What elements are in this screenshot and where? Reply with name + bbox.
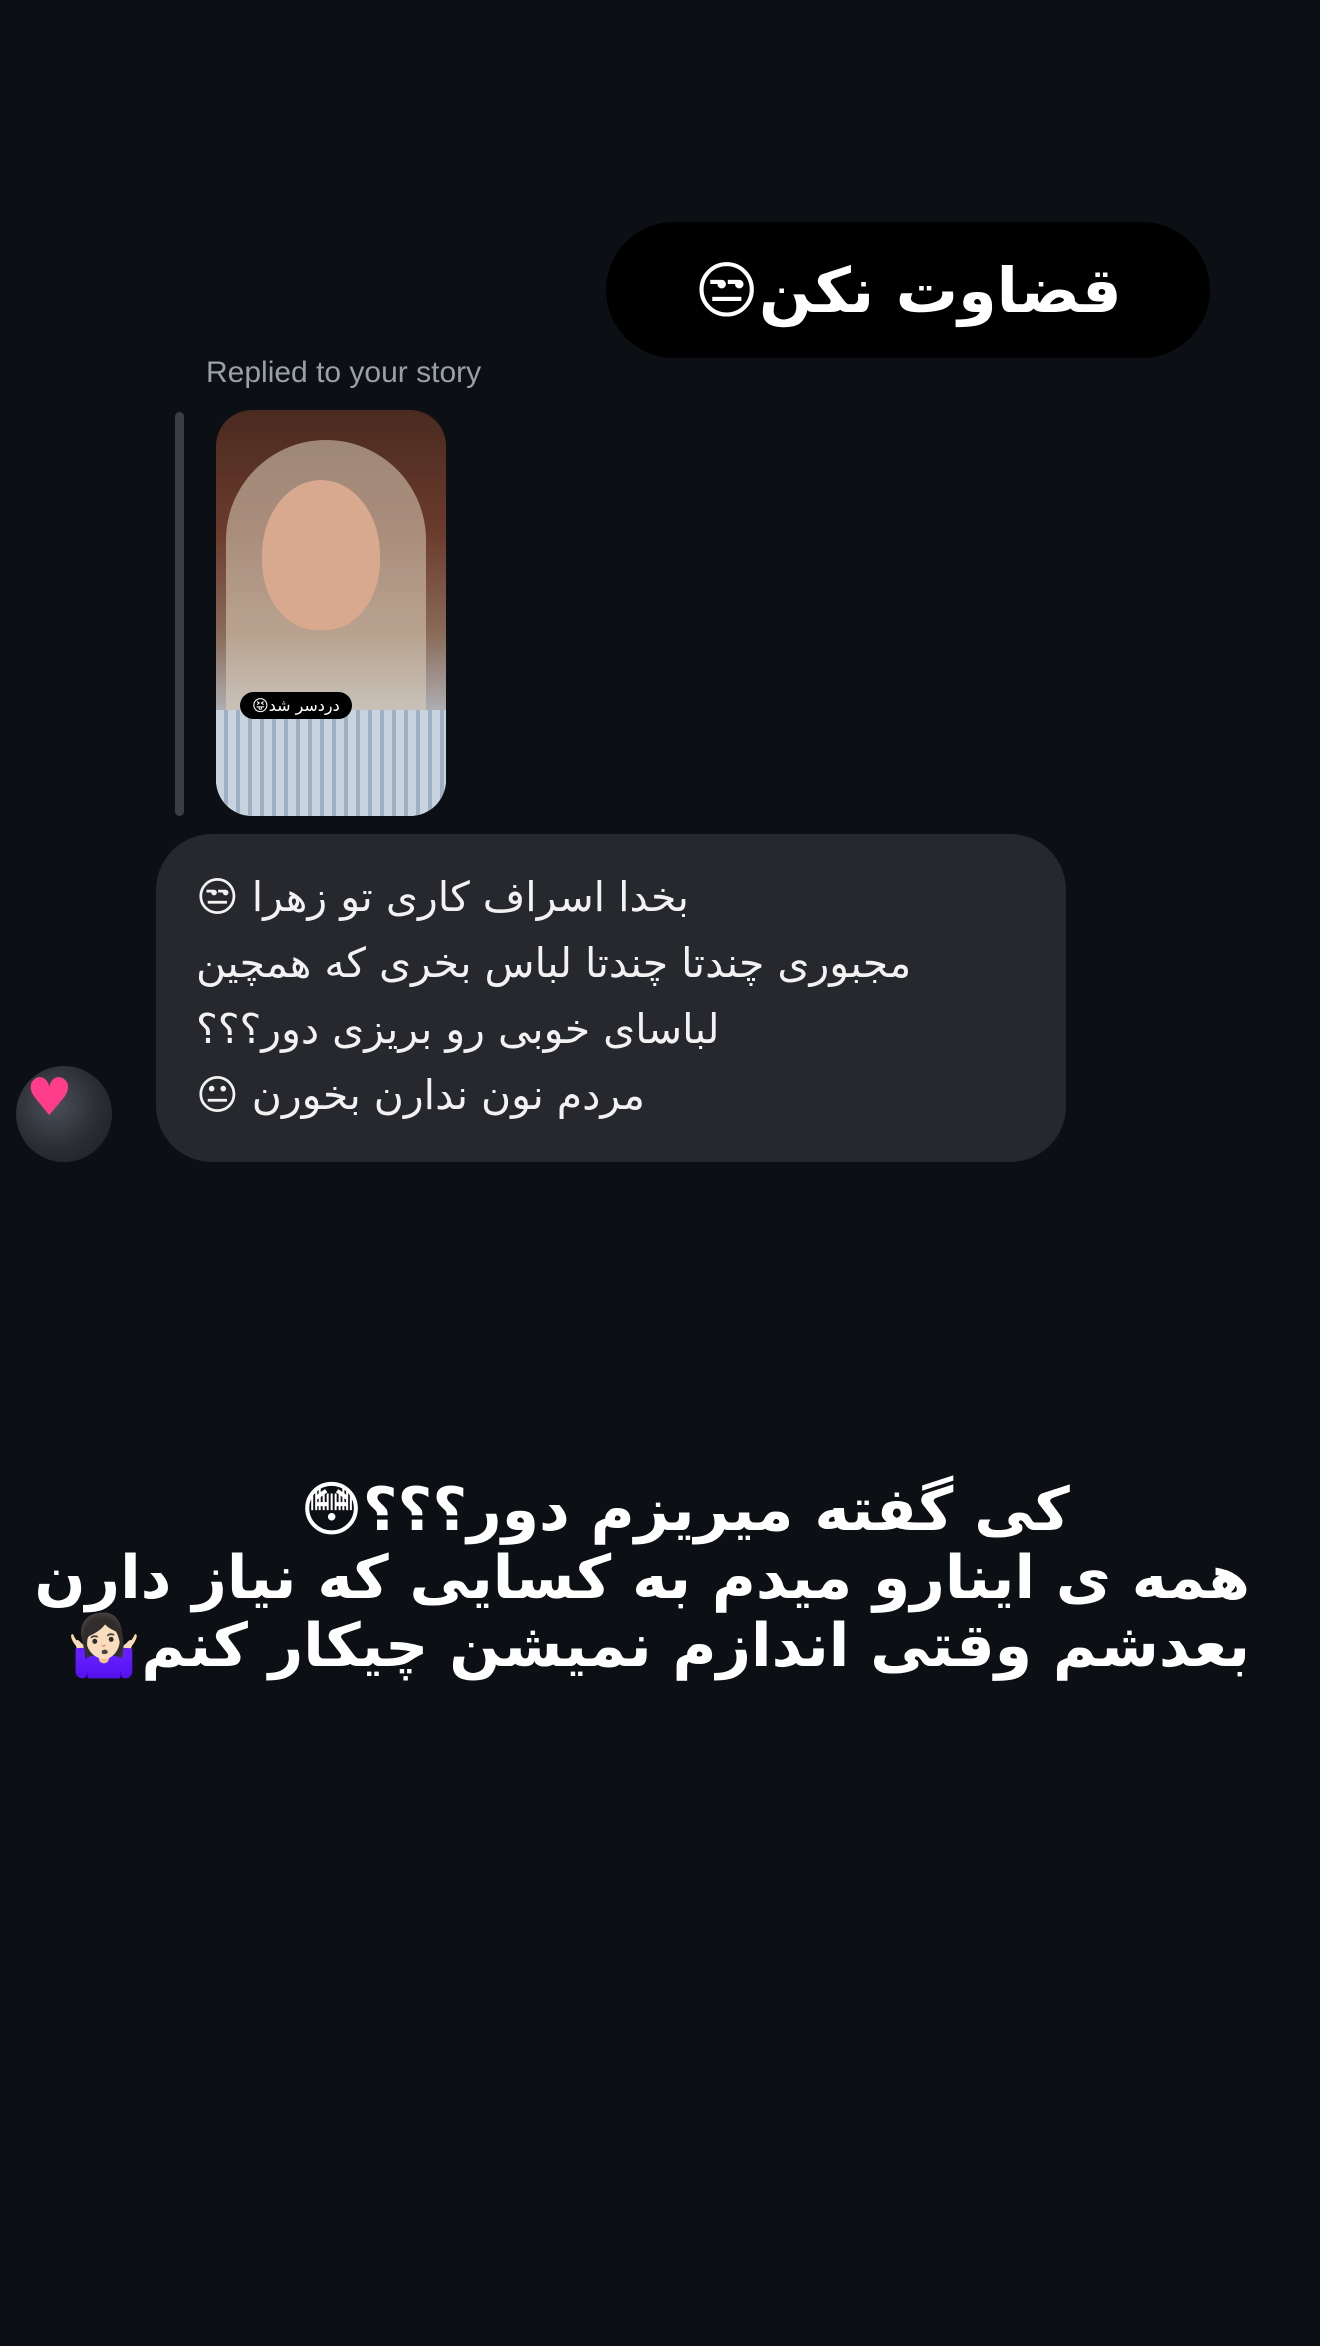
sent-message-bubble[interactable]: قضاوت نکن😒 [606,222,1210,358]
sender-avatar[interactable]: ♥ [16,1066,112,1162]
reply-indicator-bar [175,412,184,816]
received-message-line: مجبوری چندتا چندتا لباس بخری که همچین [196,939,912,987]
received-message-line: مردم نون ندارن بخورن 😐 [196,1071,645,1119]
caption-line: همه ی اینارو میدم به کسایی که نیاز دارن [34,1543,1250,1613]
story-image-face [262,480,380,630]
received-message-bubble[interactable]: بخدا اسراف کاری تو زهرا 😒 مجبوری چندتا چ… [156,834,1066,1162]
replied-to-story-label: Replied to your story [206,356,482,389]
received-message-line: لباسای خوبی رو بریزی دور؟؟؟ [196,1005,720,1053]
pink-heart-icon: ♥ [26,1068,73,1128]
sent-message-text: قضاوت نکن😒 [694,253,1122,327]
story-sticker: دردسر شد😝 [240,692,352,719]
caption-line: کی گفته میریزم دور؟؟؟😳 [300,1475,1070,1545]
story-thumbnail[interactable]: دردسر شد😝 [216,410,446,816]
story-image-shirt [216,710,446,816]
caption-line: بعدشم وقتی اندازم نمیشن چیکار کنم🤷🏻‍♀️ [66,1611,1250,1681]
received-message-line: بخدا اسراف کاری تو زهرا 😒 [196,873,689,921]
story-caption: کی گفته میریزم دور؟؟؟😳 همه ی اینارو میدم… [34,1475,1250,1681]
